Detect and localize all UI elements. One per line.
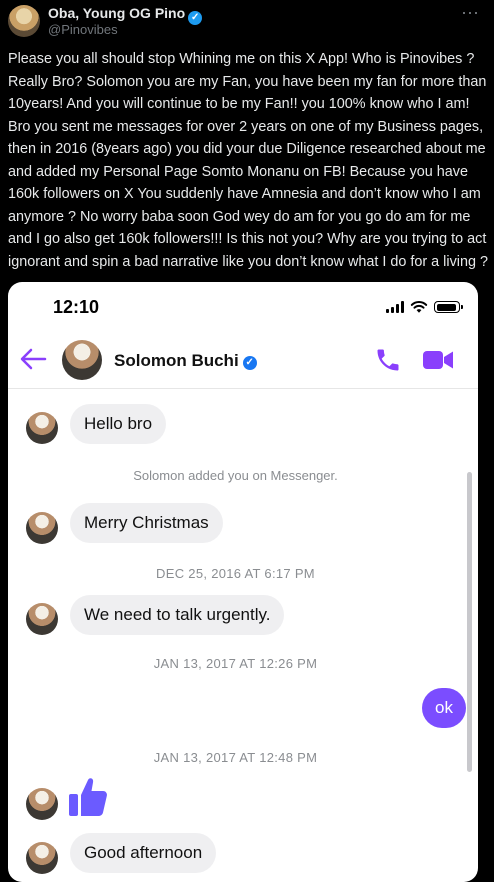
author-avatar[interactable]: [8, 5, 40, 37]
message-timestamp: DEC 25, 2016 AT 6:17 PM: [156, 566, 315, 581]
status-icons: [386, 298, 463, 316]
received-message[interactable]: Merry Christmas: [70, 503, 223, 543]
received-message[interactable]: Hello bro: [70, 404, 167, 444]
phone-call-icon[interactable]: [374, 346, 402, 374]
post-text: Please you all should stop Whining me on…: [8, 51, 488, 270]
scrollbar[interactable]: [467, 472, 472, 772]
conversation-header: Solomon Buchi ✓: [8, 332, 478, 389]
received-message[interactable]: Good afternoon: [70, 833, 217, 873]
sender-avatar: [26, 788, 58, 820]
post-header: Oba, Young OG Pino ✓ @Pinovibes ⋯: [0, 0, 494, 44]
author-handle[interactable]: @Pinovibes: [48, 22, 118, 37]
message-timestamp: JAN 13, 2017 AT 12:48 PM: [153, 750, 318, 765]
sender-avatar: [26, 842, 58, 874]
more-options-icon[interactable]: ⋯: [461, 3, 480, 24]
message-timestamp: JAN 13, 2017 AT 12:26 PM: [153, 656, 318, 671]
battery-icon: [434, 301, 463, 313]
verified-badge-icon: ✓: [242, 356, 257, 370]
signal-icon: [386, 301, 404, 313]
sent-message[interactable]: ok: [422, 688, 466, 728]
status-time: 12:10: [53, 297, 100, 317]
received-message[interactable]: We need to talk urgently.: [70, 595, 285, 635]
back-arrow-icon[interactable]: [18, 346, 48, 372]
messenger-screenshot: 12:10 Solomon Buchi ✓ Hello bro Solomon a…: [8, 282, 478, 882]
wifi-icon: [410, 301, 428, 313]
verified-badge-icon: ✓: [188, 11, 203, 25]
thumbs-up-icon[interactable]: [68, 776, 108, 818]
sender-avatar: [26, 412, 58, 444]
video-call-icon[interactable]: [422, 349, 454, 371]
sender-avatar: [26, 512, 58, 544]
contact-name[interactable]: Solomon Buchi ✓: [114, 351, 257, 371]
contact-avatar[interactable]: [62, 340, 102, 380]
system-message: Solomon added you on Messenger.: [133, 468, 338, 483]
sender-avatar: [26, 603, 58, 635]
